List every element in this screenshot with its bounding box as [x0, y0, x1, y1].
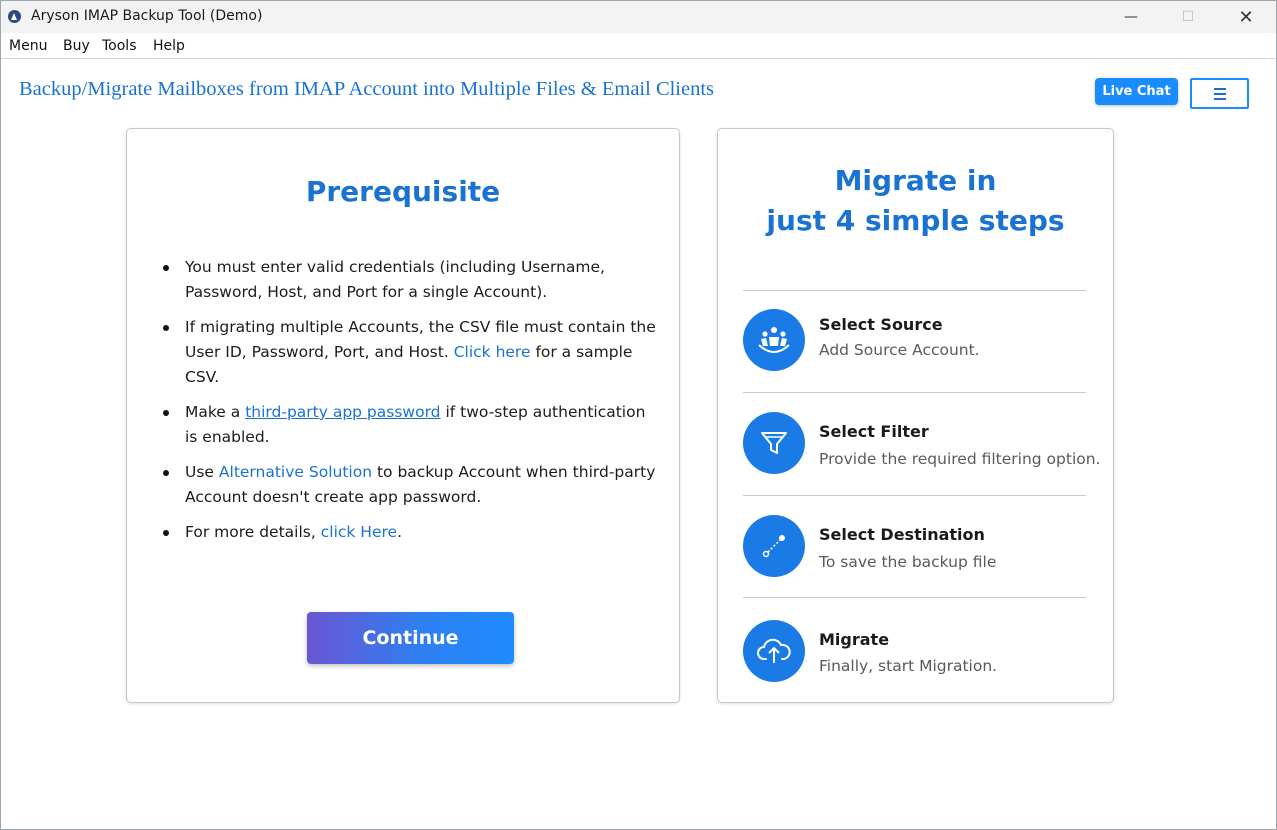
- step-description: To save the backup file: [819, 553, 997, 571]
- cloud-upload-icon: [743, 620, 805, 682]
- divider: [743, 597, 1086, 598]
- live-chat-button[interactable]: Live Chat: [1095, 78, 1178, 105]
- prerequisite-text: Make a: [185, 403, 241, 421]
- divider: [743, 495, 1086, 496]
- prerequisite-title: Prerequisite: [305, 175, 501, 208]
- divider: [743, 392, 1086, 393]
- menu-buy[interactable]: Buy: [63, 38, 90, 54]
- close-button[interactable]: ✕: [1217, 1, 1275, 33]
- step-description: Finally, start Migration.: [819, 657, 998, 675]
- prerequisite-item-details: For more details, click Here.: [162, 520, 662, 545]
- hamburger-icon-line: [1213, 97, 1226, 100]
- step-title: Select Filter: [819, 422, 929, 441]
- steps-title: Migrate in just 4 simple steps: [718, 161, 1113, 241]
- prerequisite-card: Prerequisite You must enter valid creden…: [126, 128, 680, 703]
- prerequisite-item-credentials: You must enter valid credentials (includ…: [162, 255, 662, 305]
- app-window: Aryson IMAP Backup Tool (Demo) — ☐ ✕ Men…: [0, 0, 1277, 830]
- prerequisite-text: You must enter valid credentials (includ…: [185, 258, 605, 301]
- sample-csv-link[interactable]: Click here: [454, 343, 531, 361]
- maximize-button[interactable]: ☐: [1159, 1, 1217, 33]
- step-description: Add Source Account.: [819, 341, 980, 359]
- more-details-link[interactable]: click Here: [321, 523, 397, 541]
- prerequisite-item-csv: If migrating multiple Accounts, the CSV …: [162, 315, 662, 390]
- menu-tools[interactable]: Tools: [102, 38, 137, 54]
- prerequisite-item-app-password: Make a third-party app password if two-s…: [162, 400, 662, 450]
- prerequisite-text: .: [397, 523, 402, 541]
- hamburger-menu-button[interactable]: [1190, 78, 1249, 109]
- step-title: Migrate: [819, 630, 890, 649]
- step-description: Provide the required filtering option.: [819, 450, 1101, 468]
- filter-icon: [743, 412, 805, 474]
- app-password-link[interactable]: third-party app password: [245, 403, 440, 421]
- prerequisite-item-alternative: Use Alternative Solution to backup Accou…: [162, 460, 662, 510]
- menu-bar: Menu Buy Tools Help: [1, 33, 1276, 59]
- step-title: Select Source: [819, 315, 943, 334]
- minimize-button[interactable]: —: [1102, 1, 1160, 33]
- app-logo-icon: [8, 10, 21, 23]
- menu-menu[interactable]: Menu: [9, 38, 47, 54]
- page-title: Backup/Migrate Mailboxes from IMAP Accou…: [19, 78, 715, 100]
- menu-help[interactable]: Help: [153, 38, 185, 54]
- window-title: Aryson IMAP Backup Tool (Demo): [31, 8, 263, 24]
- divider: [743, 290, 1086, 291]
- prerequisite-text: For more details,: [185, 523, 316, 541]
- users-icon: [743, 309, 805, 371]
- hamburger-icon-line: [1213, 87, 1226, 90]
- steps-title-line: just 4 simple steps: [766, 204, 1065, 237]
- path-icon: [743, 515, 805, 577]
- steps-title-line: Migrate in: [834, 164, 997, 197]
- title-bar[interactable]: Aryson IMAP Backup Tool (Demo) — ☐ ✕: [1, 1, 1276, 33]
- steps-card: Migrate in just 4 simple steps Select So…: [717, 128, 1114, 703]
- prerequisite-list: You must enter valid credentials (includ…: [162, 255, 662, 555]
- alternative-solution-link[interactable]: Alternative Solution: [219, 463, 372, 481]
- step-title: Select Destination: [819, 525, 985, 544]
- continue-button[interactable]: Continue: [307, 612, 514, 664]
- prerequisite-text: Use: [185, 463, 214, 481]
- hamburger-icon-line: [1213, 92, 1226, 95]
